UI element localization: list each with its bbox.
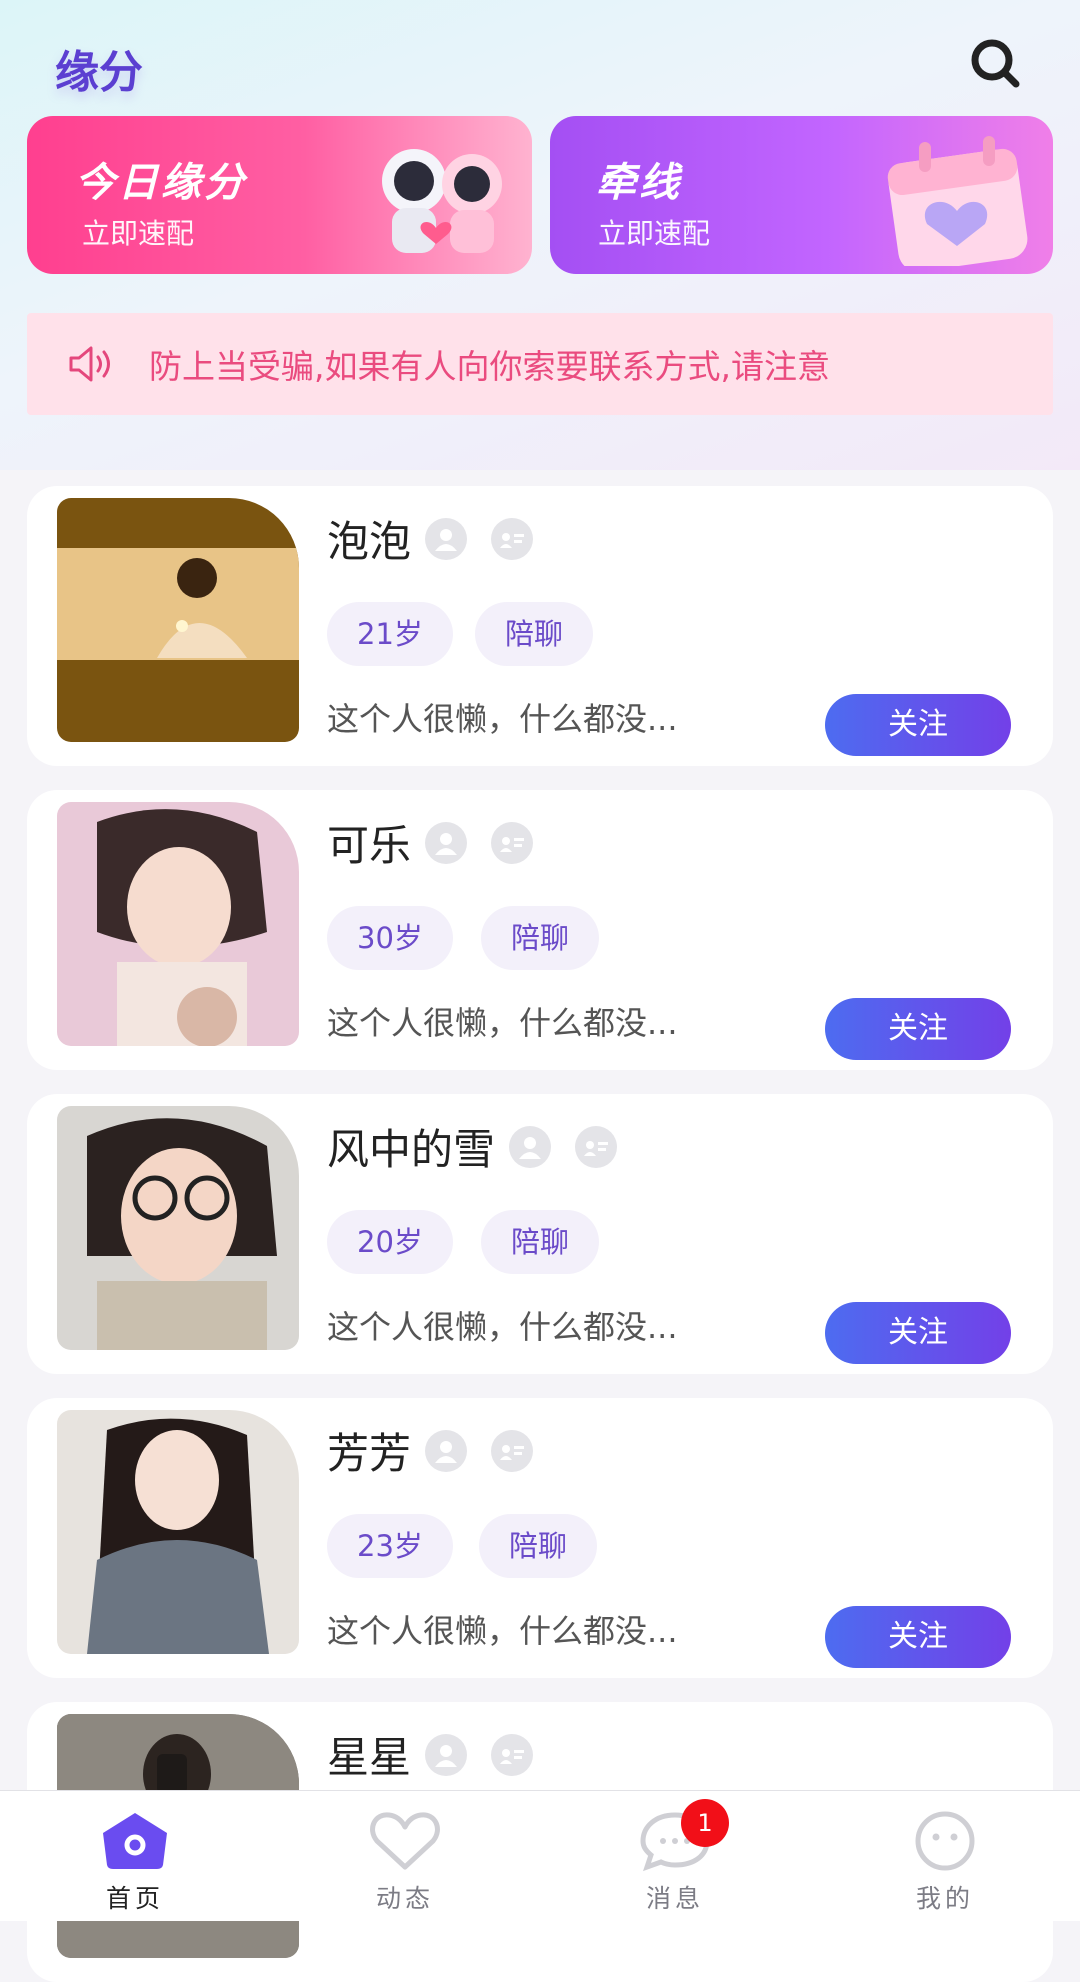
avatar[interactable] [57, 1106, 299, 1350]
speaker-icon [67, 339, 137, 389]
service-tag: 陪聊 [481, 1210, 600, 1274]
user-bio: 这个人很懒，什么都没... [327, 1004, 678, 1042]
person-icon [425, 1429, 468, 1472]
notice-banner: 防上当受骗,如果有人向你索要联系方式,请注意 [27, 313, 1053, 415]
service-tag: 陪聊 [481, 906, 600, 970]
follow-button[interactable]: 关注 [825, 998, 1011, 1060]
banner-matchmaking[interactable]: 牵线 立即速配 [550, 116, 1053, 274]
tab-moments[interactable]: 动态 [270, 1791, 540, 1921]
message-icon: 1 [637, 1799, 729, 1873]
search-button[interactable] [960, 28, 1032, 100]
age-tag: 21岁 [327, 602, 453, 666]
person-icon [425, 1733, 468, 1776]
user-card[interactable]: 可乐 30岁 陪聊 这个人很懒，什么都没... 关注 [27, 790, 1053, 1070]
follow-button[interactable]: 关注 [825, 1606, 1011, 1668]
user-card[interactable]: 泡泡 21岁 陪聊 这个人很懒，什么都没... 关注 [27, 486, 1053, 766]
banner-subtitle: 立即速配 [82, 217, 195, 250]
id-card-icon [491, 517, 534, 560]
user-bio: 这个人很懒，什么都没... [327, 1612, 678, 1650]
user-card[interactable]: 风中的雪 20岁 陪聊 这个人很懒，什么都没... 关注 [27, 1094, 1053, 1374]
tab-label: 动态 [375, 1884, 434, 1913]
page-title: 缘分 [55, 47, 143, 98]
calendar-heart-icon [887, 136, 1028, 266]
id-card-icon [491, 821, 534, 864]
user-card[interactable]: 芳芳 23岁 陪聊 这个人很懒，什么都没... 关注 [27, 1398, 1053, 1678]
tab-messages[interactable]: 1 消息 [540, 1791, 810, 1921]
person-icon [425, 821, 468, 864]
age-tag: 23岁 [327, 1514, 453, 1578]
tab-profile[interactable]: 我的 [810, 1791, 1080, 1921]
banner-today-match[interactable]: 今日缘分 立即速配 [27, 116, 532, 274]
user-name: 泡泡 [327, 517, 412, 566]
astronaut-couple-icon [382, 149, 502, 253]
tab-home[interactable]: 首页 [0, 1791, 270, 1921]
user-bio: 这个人很懒，什么都没... [327, 1308, 678, 1346]
banner-title: 牵线 [596, 160, 682, 206]
user-bio: 这个人很懒，什么都没... [327, 700, 678, 738]
age-tag: 20岁 [327, 1210, 453, 1274]
tab-label: 我的 [915, 1884, 974, 1913]
search-icon [971, 39, 1020, 88]
person-icon [425, 517, 468, 560]
user-name: 星星 [327, 1733, 412, 1782]
bottom-tab-bar: 首页 动态 1 消息 我的 [0, 1790, 1080, 1921]
user-name-row: 泡泡 [327, 508, 557, 569]
service-tag: 陪聊 [475, 602, 594, 666]
user-name-row: 星星 [327, 1724, 557, 1785]
user-name: 风中的雪 [327, 1125, 496, 1174]
tab-label: 首页 [105, 1884, 164, 1913]
follow-button[interactable]: 关注 [825, 694, 1011, 756]
unread-badge: 1 [681, 1799, 729, 1847]
follow-button[interactable]: 关注 [825, 1302, 1011, 1364]
id-card-icon [491, 1733, 534, 1776]
user-name-row: 可乐 [327, 812, 557, 873]
home-icon [97, 1809, 173, 1873]
id-card-icon [491, 1429, 534, 1472]
person-icon [509, 1125, 552, 1168]
smiley-icon [907, 1809, 983, 1873]
banner-title: 今日缘分 [75, 160, 247, 206]
tab-label: 消息 [645, 1884, 704, 1913]
user-name: 可乐 [327, 821, 412, 870]
banner-subtitle: 立即速配 [598, 217, 711, 250]
service-tag: 陪聊 [479, 1514, 598, 1578]
heart-icon [367, 1809, 443, 1873]
avatar[interactable] [57, 802, 299, 1046]
avatar[interactable] [57, 498, 299, 742]
user-name-row: 风中的雪 [327, 1116, 641, 1177]
notice-text: 防上当受骗,如果有人向你索要联系方式,请注意 [149, 347, 830, 386]
age-tag: 30岁 [327, 906, 453, 970]
id-card-icon [575, 1125, 618, 1168]
user-name: 芳芳 [327, 1429, 412, 1478]
avatar[interactable] [57, 1410, 299, 1654]
user-name-row: 芳芳 [327, 1420, 557, 1481]
